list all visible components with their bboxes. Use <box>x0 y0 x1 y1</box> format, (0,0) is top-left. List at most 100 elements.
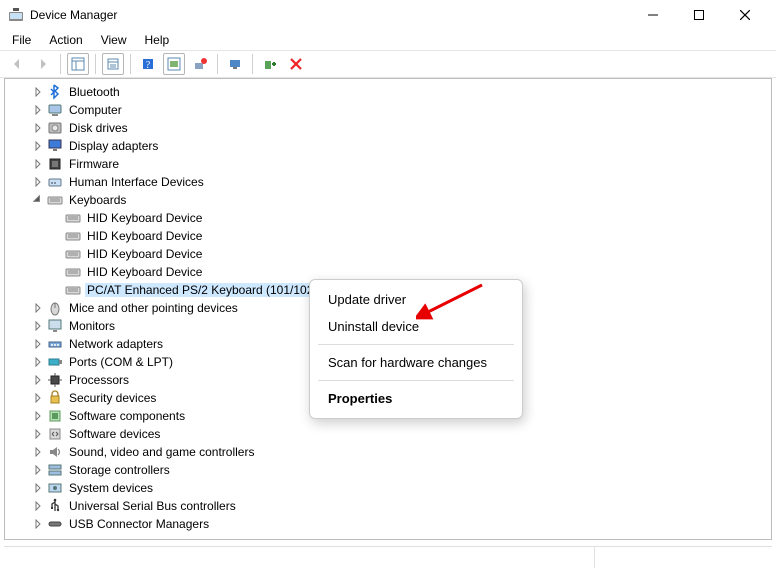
tree-item[interactable]: Software devices <box>5 425 771 443</box>
status-bar-cell <box>4 547 595 568</box>
expander-closed-icon[interactable] <box>31 499 45 513</box>
tree-item[interactable]: Human Interface Devices <box>5 173 771 191</box>
expander-closed-icon[interactable] <box>31 391 45 405</box>
maximize-button[interactable] <box>676 0 722 30</box>
window-title: Device Manager <box>30 8 630 22</box>
tree-item-label: HID Keyboard Device <box>85 265 204 279</box>
menu-help[interactable]: Help <box>137 32 178 48</box>
keyboard-icon <box>65 282 81 298</box>
bluetooth-icon <box>47 84 63 100</box>
expander-closed-icon[interactable] <box>31 445 45 459</box>
tree-item-label: Mice and other pointing devices <box>67 301 240 315</box>
tree-item-label: Display adapters <box>67 139 160 153</box>
expander-none <box>49 283 63 297</box>
expander-closed-icon[interactable] <box>31 409 45 423</box>
toolbar-forward-button[interactable] <box>32 53 54 75</box>
expander-closed-icon[interactable] <box>31 337 45 351</box>
tree-item-label: Human Interface Devices <box>67 175 206 189</box>
toolbar-update-driver-button[interactable] <box>163 53 185 75</box>
tree-item-label: Software components <box>67 409 187 423</box>
disk-icon <box>47 120 63 136</box>
app-icon <box>8 7 24 23</box>
keyboard-icon <box>65 210 81 226</box>
context-menu-item[interactable]: Properties <box>316 385 516 412</box>
toolbar-scan-button[interactable] <box>224 53 246 75</box>
expander-closed-icon[interactable] <box>31 463 45 477</box>
toolbar-uninstall-button[interactable] <box>189 53 211 75</box>
expander-none <box>49 265 63 279</box>
expander-closed-icon[interactable] <box>31 319 45 333</box>
menu-view[interactable]: View <box>93 32 135 48</box>
menu-action[interactable]: Action <box>41 32 90 48</box>
keyboard-icon <box>47 192 63 208</box>
expander-none <box>49 229 63 243</box>
expander-closed-icon[interactable] <box>31 355 45 369</box>
expander-closed-icon[interactable] <box>31 481 45 495</box>
tree-item-label: Processors <box>67 373 131 387</box>
tree-item[interactable]: Storage controllers <box>5 461 771 479</box>
tree-item[interactable]: Firmware <box>5 155 771 173</box>
expander-none <box>49 247 63 261</box>
expander-closed-icon[interactable] <box>31 121 45 135</box>
tree-item-label: USB Connector Managers <box>67 517 211 531</box>
context-menu-item[interactable]: Scan for hardware changes <box>316 349 516 376</box>
expander-closed-icon[interactable] <box>31 157 45 171</box>
tree-item-label: Ports (COM & LPT) <box>67 355 175 369</box>
keyboard-icon <box>65 264 81 280</box>
display-icon <box>47 138 63 154</box>
tree-item-label: HID Keyboard Device <box>85 247 204 261</box>
expander-closed-icon[interactable] <box>31 517 45 531</box>
hid-icon <box>47 174 63 190</box>
toolbar-delete-button[interactable] <box>285 53 307 75</box>
toolbar-add-legacy-button[interactable] <box>259 53 281 75</box>
expander-closed-icon[interactable] <box>31 139 45 153</box>
tree-item-label: Computer <box>67 103 124 117</box>
tree-item[interactable]: HID Keyboard Device <box>5 227 771 245</box>
tree-item[interactable]: Display adapters <box>5 137 771 155</box>
tree-item[interactable]: HID Keyboard Device <box>5 209 771 227</box>
tree-item-label: Keyboards <box>67 193 128 207</box>
port-icon <box>47 354 63 370</box>
context-menu-item[interactable]: Uninstall device <box>316 313 516 340</box>
tree-item-label: Sound, video and game controllers <box>67 445 256 459</box>
tree-item[interactable]: Keyboards <box>5 191 771 209</box>
toolbar-separator <box>252 54 253 74</box>
expander-closed-icon[interactable] <box>31 427 45 441</box>
tree-item[interactable]: System devices <box>5 479 771 497</box>
tree-item[interactable]: USB Connector Managers <box>5 515 771 533</box>
expander-closed-icon[interactable] <box>31 103 45 117</box>
cpu-icon <box>47 372 63 388</box>
close-button[interactable] <box>722 0 768 30</box>
tree-item-label: Software devices <box>67 427 162 441</box>
tree-item-label: Firmware <box>67 157 121 171</box>
expander-open-icon[interactable] <box>31 193 45 207</box>
expander-closed-icon[interactable] <box>31 301 45 315</box>
tree-item[interactable]: Disk drives <box>5 119 771 137</box>
tree-item-label: Disk drives <box>67 121 130 135</box>
toolbar-help-button[interactable]: ? <box>137 53 159 75</box>
sound-icon <box>47 444 63 460</box>
usb-icon <box>47 498 63 514</box>
tree-item[interactable]: Computer <box>5 101 771 119</box>
svg-text:?: ? <box>146 60 151 71</box>
context-menu-item[interactable]: Update driver <box>316 286 516 313</box>
toolbar-properties-button[interactable] <box>102 53 124 75</box>
tree-item[interactable]: HID Keyboard Device <box>5 245 771 263</box>
tree-item-label: System devices <box>67 481 155 495</box>
tree-item-label: Network adapters <box>67 337 165 351</box>
menu-file[interactable]: File <box>4 32 39 48</box>
expander-closed-icon[interactable] <box>31 85 45 99</box>
status-bar <box>4 546 772 568</box>
toolbar-show-hide-tree-button[interactable] <box>67 53 89 75</box>
expander-closed-icon[interactable] <box>31 175 45 189</box>
toolbar-back-button[interactable] <box>6 53 28 75</box>
mouse-icon <box>47 300 63 316</box>
tree-item[interactable]: Bluetooth <box>5 83 771 101</box>
tree-item[interactable]: Universal Serial Bus controllers <box>5 497 771 515</box>
expander-closed-icon[interactable] <box>31 373 45 387</box>
tree-item[interactable]: Sound, video and game controllers <box>5 443 771 461</box>
minimize-button[interactable] <box>630 0 676 30</box>
keyboard-icon <box>65 246 81 262</box>
network-icon <box>47 336 63 352</box>
menu-bar: File Action View Help <box>0 30 776 50</box>
